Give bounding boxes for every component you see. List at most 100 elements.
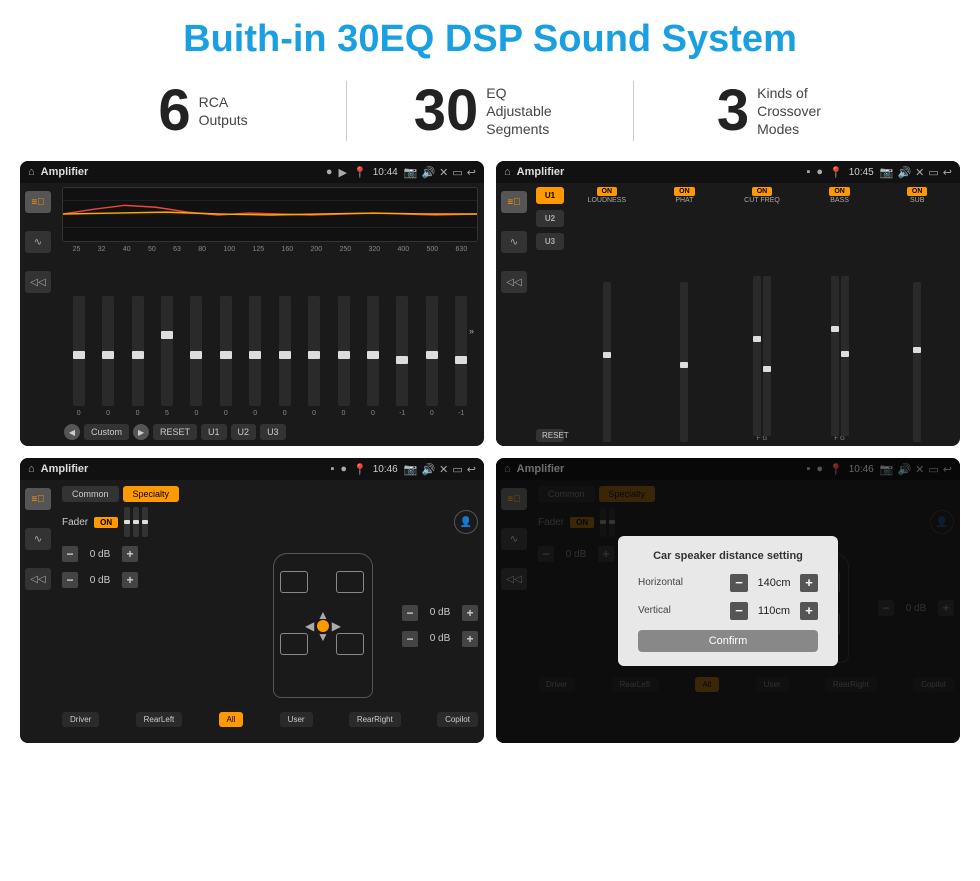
rect-icon-2: ▭ bbox=[928, 166, 938, 179]
sidebar-speaker-icon[interactable]: ◁◁ bbox=[25, 271, 51, 293]
s3-tab-common[interactable]: Common bbox=[62, 486, 119, 502]
camera-icon-2: 📷 bbox=[880, 166, 894, 179]
amp2-track-cutfreq-g[interactable] bbox=[763, 276, 771, 436]
sidebar2-wave-icon[interactable]: ∿ bbox=[501, 231, 527, 253]
dialog-horizontal-minus[interactable]: − bbox=[730, 574, 748, 592]
nav-right[interactable]: ▶ bbox=[332, 619, 341, 633]
back-icon-1[interactable]: ↩ bbox=[467, 166, 476, 179]
sidebar2-speaker-icon[interactable]: ◁◁ bbox=[501, 271, 527, 293]
eq-slider-8[interactable] bbox=[308, 296, 320, 406]
eq-reset-btn[interactable]: RESET bbox=[153, 424, 197, 440]
eq-slider-4[interactable] bbox=[190, 296, 202, 406]
db-rr-minus[interactable]: − bbox=[402, 631, 418, 647]
sidebar2-eq-icon[interactable]: ≡⃝ bbox=[501, 191, 527, 213]
loc-all[interactable]: All bbox=[219, 712, 244, 727]
s3-tab-specialty[interactable]: Specialty bbox=[123, 486, 180, 502]
back-icon-2[interactable]: ↩ bbox=[943, 166, 952, 179]
home-icon-2[interactable]: ⌂ bbox=[504, 166, 511, 178]
sidebar3-speaker-icon[interactable]: ◁◁ bbox=[25, 568, 51, 590]
s3-right-controls: − 0 dB + − 0 dB + bbox=[402, 543, 478, 708]
nav-up[interactable]: ▲ bbox=[317, 608, 329, 622]
loc-driver[interactable]: Driver bbox=[62, 712, 99, 727]
eq-preset-custom[interactable]: Custom bbox=[84, 424, 129, 440]
eq-slider-1[interactable] bbox=[102, 296, 114, 406]
eq-slider-3[interactable] bbox=[161, 296, 173, 406]
amp2-track-bass-g[interactable] bbox=[841, 276, 849, 436]
eq-u2-btn[interactable]: U2 bbox=[231, 424, 257, 440]
amp2-track-phat[interactable] bbox=[680, 282, 688, 442]
play-icon-1[interactable]: ▶ bbox=[339, 166, 347, 179]
s3-bottom-labels: Driver RearLeft All User RearRight Copil… bbox=[62, 712, 478, 727]
screen2-body: ≡⃝ ∿ ◁◁ U1 U2 U3 RESET ON bbox=[496, 183, 960, 446]
amp2-sliders-row: F G bbox=[568, 207, 956, 442]
home-icon-1[interactable]: ⌂ bbox=[28, 166, 35, 178]
ch-loudness-on[interactable]: ON bbox=[597, 187, 618, 196]
fader-on-btn[interactable]: ON bbox=[94, 517, 118, 528]
eq-slider-2[interactable] bbox=[132, 296, 144, 406]
eq-slider-13[interactable] bbox=[455, 296, 467, 406]
amp2-track-bass-f[interactable] bbox=[831, 276, 839, 436]
dialog-vertical-label: Vertical bbox=[638, 605, 671, 616]
dialog-horizontal-plus[interactable]: + bbox=[800, 574, 818, 592]
sidebar3-wave-icon[interactable]: ∿ bbox=[25, 528, 51, 550]
eq-slider-10[interactable] bbox=[367, 296, 379, 406]
eq-slider-5[interactable] bbox=[220, 296, 232, 406]
sidebar-1: ≡⃝ ∿ ◁◁ bbox=[20, 183, 56, 446]
eq-slider-9[interactable] bbox=[338, 296, 350, 406]
dot-icon-1: ● bbox=[326, 166, 333, 178]
db-fl-plus[interactable]: + bbox=[122, 546, 138, 562]
screen2-title: Amplifier bbox=[517, 166, 801, 178]
fader-mini-2[interactable] bbox=[133, 507, 139, 537]
ch-sub-label: SUB bbox=[910, 197, 924, 204]
eq-u1-btn[interactable]: U1 bbox=[201, 424, 227, 440]
amp2-track-sub[interactable] bbox=[913, 282, 921, 442]
preset-u1[interactable]: U1 bbox=[536, 187, 564, 204]
fader-mini-3[interactable] bbox=[142, 507, 148, 537]
loc-user[interactable]: User bbox=[280, 712, 313, 727]
dialog-confirm-button[interactable]: Confirm bbox=[638, 630, 818, 652]
dialog-vertical-plus[interactable]: + bbox=[800, 602, 818, 620]
ch-bass-on[interactable]: ON bbox=[829, 187, 850, 196]
ch-cutfreq-on[interactable]: ON bbox=[752, 187, 773, 196]
sidebar3-eq-icon[interactable]: ≡⃝ bbox=[25, 488, 51, 510]
loc-rearleft[interactable]: RearLeft bbox=[136, 712, 183, 727]
eq-u3-btn[interactable]: U3 bbox=[260, 424, 286, 440]
eq-slider-12[interactable] bbox=[426, 296, 438, 406]
db-rr-plus[interactable]: + bbox=[462, 631, 478, 647]
nav-down[interactable]: ▼ bbox=[317, 630, 329, 644]
db-rl-minus[interactable]: − bbox=[62, 572, 78, 588]
db-fr-plus[interactable]: + bbox=[462, 605, 478, 621]
freq-500: 500 bbox=[427, 246, 439, 253]
sidebar-wave-icon[interactable]: ∿ bbox=[25, 231, 51, 253]
eq-slider-7[interactable] bbox=[279, 296, 291, 406]
dialog-vertical-minus[interactable]: − bbox=[730, 602, 748, 620]
eq-val-1: 0 bbox=[102, 410, 114, 417]
eq-graph bbox=[62, 187, 478, 242]
camera-icon-3: 📷 bbox=[404, 463, 418, 476]
home-icon-3[interactable]: ⌂ bbox=[28, 463, 35, 475]
eq-next-btn[interactable]: ▶ bbox=[133, 424, 149, 440]
eq-prev-btn[interactable]: ◀ bbox=[64, 424, 80, 440]
nav-left[interactable]: ◀ bbox=[305, 619, 314, 633]
amp2-track-cutfreq-f[interactable] bbox=[753, 276, 761, 436]
stat-eq-number: 30 bbox=[414, 82, 479, 140]
sidebar-eq-icon[interactable]: ≡⃝ bbox=[25, 191, 51, 213]
eq-slider-6[interactable] bbox=[249, 296, 261, 406]
fader-mini-1[interactable] bbox=[124, 507, 130, 537]
pin-icon-1: 📍 bbox=[353, 166, 367, 179]
preset-u2[interactable]: U2 bbox=[536, 210, 564, 227]
loc-copilot[interactable]: Copilot bbox=[437, 712, 478, 727]
db-fr-minus[interactable]: − bbox=[402, 605, 418, 621]
amp2-reset-btn[interactable]: RESET bbox=[536, 429, 564, 442]
preset-u3[interactable]: U3 bbox=[536, 233, 564, 250]
loc-rearright[interactable]: RearRight bbox=[349, 712, 401, 727]
amp2-track-loudness[interactable] bbox=[603, 282, 611, 442]
eq-slider-0[interactable] bbox=[73, 296, 85, 406]
back-icon-3[interactable]: ↩ bbox=[467, 463, 476, 476]
amp2-col-phat bbox=[665, 282, 703, 442]
ch-phat-on[interactable]: ON bbox=[674, 187, 695, 196]
db-rl-plus[interactable]: + bbox=[122, 572, 138, 588]
eq-slider-11[interactable] bbox=[396, 296, 408, 406]
ch-sub-on[interactable]: ON bbox=[907, 187, 928, 196]
db-fl-minus[interactable]: − bbox=[62, 546, 78, 562]
